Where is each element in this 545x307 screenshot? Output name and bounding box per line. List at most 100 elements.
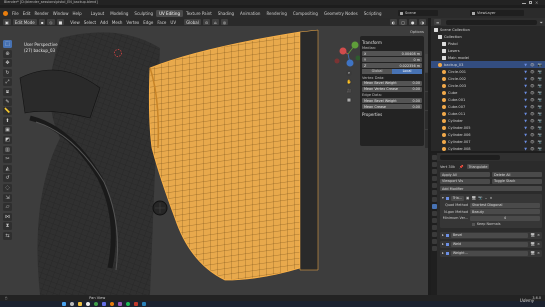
chrome-icon[interactable] bbox=[94, 302, 98, 306]
shear-icon[interactable]: ▱ bbox=[3, 203, 12, 212]
render-props-icon[interactable] bbox=[431, 162, 437, 167]
modifier-icon[interactable]: ▼ bbox=[524, 98, 527, 102]
eye-icon[interactable]: 👁 bbox=[530, 140, 535, 144]
tab-view[interactable] bbox=[425, 92, 428, 110]
expand-icon[interactable]: ▾ bbox=[442, 196, 444, 200]
modifier-icon[interactable]: ▼ bbox=[524, 77, 527, 81]
options-menu[interactable]: Options bbox=[410, 30, 424, 34]
outliner-item[interactable]: Circle.002 ▼ 👁 📷 bbox=[431, 75, 545, 82]
visibility-toggles[interactable]: ▼ 👁 📷 bbox=[524, 140, 542, 144]
smooth-icon[interactable]: ◌ bbox=[3, 183, 12, 192]
inset-icon[interactable]: ▣ bbox=[3, 126, 12, 135]
launcher-icon[interactable] bbox=[142, 302, 146, 306]
material-props-icon[interactable] bbox=[431, 239, 437, 244]
measure-icon[interactable]: 📏 bbox=[3, 107, 12, 116]
modifier-icon[interactable]: ▼ bbox=[524, 112, 527, 116]
spotify-icon[interactable] bbox=[126, 302, 130, 306]
workspace-modeling[interactable]: Modeling bbox=[107, 10, 131, 17]
face-select-icon[interactable]: ■ bbox=[56, 19, 65, 25]
constraints-props-icon[interactable] bbox=[431, 225, 437, 230]
discord-icon[interactable] bbox=[102, 302, 106, 306]
modifier-icon[interactable]: ▼ bbox=[524, 147, 527, 151]
snap-icon[interactable]: ⌂ bbox=[212, 19, 219, 25]
properties-search[interactable] bbox=[440, 154, 500, 160]
expand-icon[interactable]: ▸ bbox=[442, 233, 444, 237]
menu-view[interactable]: View bbox=[70, 20, 80, 25]
min-vertices-field[interactable]: 4 bbox=[470, 215, 540, 221]
xray-icon[interactable]: ▢ bbox=[399, 19, 407, 25]
median-y-field[interactable]: Y0 m bbox=[362, 57, 422, 62]
menu-file[interactable]: File bbox=[12, 11, 19, 16]
edge-select-icon[interactable]: ◇ bbox=[47, 19, 55, 25]
outliner-item[interactable]: Scene Collection bbox=[431, 26, 545, 33]
visibility-toggles[interactable]: ▼ 👁 📷 bbox=[524, 77, 542, 81]
visibility-toggles[interactable]: ▼ 👁 📷 bbox=[524, 84, 542, 88]
visibility-toggles[interactable]: ▼ 👁 📷 bbox=[524, 147, 542, 151]
remove-modifier-icon[interactable]: × bbox=[537, 242, 540, 246]
tool-props-icon[interactable] bbox=[431, 155, 437, 160]
modifier-row[interactable]: ▸ Weight... 🖥 × bbox=[440, 249, 542, 257]
search-icon[interactable] bbox=[70, 302, 74, 306]
shading-material-icon[interactable]: ◑ bbox=[418, 19, 426, 25]
start-icon[interactable] bbox=[62, 302, 66, 306]
camera-icon[interactable]: 📷 bbox=[538, 63, 542, 67]
modifier-icon[interactable]: ▼ bbox=[524, 126, 527, 130]
modifier-name-field[interactable]: Weld bbox=[450, 241, 529, 247]
tab-addons[interactable] bbox=[425, 130, 428, 148]
outliner-item[interactable]: Cylinder.007 ▼ 👁 📷 bbox=[431, 138, 545, 145]
move-icon[interactable]: ✥ bbox=[3, 59, 12, 68]
menu-edge[interactable]: Edge bbox=[143, 20, 153, 25]
select-box-icon[interactable]: ⬚ bbox=[3, 40, 12, 48]
modifier-icon[interactable]: ▼ bbox=[524, 91, 527, 95]
visibility-toggles[interactable]: ▼ 👁 📷 bbox=[524, 63, 542, 67]
camera-icon[interactable]: 📷 bbox=[538, 140, 542, 144]
eye-icon[interactable]: 👁 bbox=[530, 119, 535, 123]
outliner-item[interactable]: Cube.001 ▼ 👁 📷 bbox=[431, 96, 545, 103]
outliner[interactable]: ≡ ⏷ Scene Collection Collection Pistol Lase… bbox=[431, 18, 545, 151]
visibility-toggles[interactable]: ▼ 👁 📷 bbox=[524, 119, 542, 123]
visibility-toggles[interactable]: ▼ 👁 📷 bbox=[524, 126, 542, 130]
toggle-stack-button[interactable]: Toggle Stack bbox=[492, 178, 542, 184]
space-toggle[interactable]: Global Local bbox=[362, 69, 422, 74]
outliner-item[interactable]: Cube.011 ▼ 👁 📷 bbox=[431, 110, 545, 117]
remove-modifier-icon[interactable]: × bbox=[490, 196, 493, 200]
viewport-vis-button[interactable]: Viewport Vis bbox=[440, 178, 490, 184]
file-explorer-icon[interactable] bbox=[78, 302, 82, 306]
particles-props-icon[interactable] bbox=[431, 211, 437, 216]
outliner-item[interactable]: Pistol bbox=[431, 40, 545, 47]
ngon-method-select[interactable]: Beauty bbox=[470, 209, 540, 214]
blender-taskbar-icon[interactable] bbox=[110, 302, 114, 306]
outliner-item[interactable]: Collection bbox=[431, 33, 545, 40]
camera-icon[interactable]: 📷 bbox=[538, 105, 542, 109]
outliner-item[interactable]: Cylinder.006 ▼ 👁 📷 bbox=[431, 131, 545, 138]
modifier-icon[interactable]: ▼ bbox=[524, 63, 527, 67]
world-props-icon[interactable] bbox=[431, 190, 437, 195]
modifier-icon[interactable]: ▼ bbox=[524, 140, 527, 144]
median-x-field[interactable]: X 0.00408 m bbox=[362, 51, 422, 56]
space-local-button[interactable]: Local bbox=[392, 69, 422, 74]
space-global-button[interactable]: Global bbox=[362, 69, 392, 74]
camera-icon[interactable]: 📷 bbox=[538, 133, 542, 137]
bevel-icon[interactable]: ◩ bbox=[3, 135, 12, 144]
viewport-toggle-icon[interactable]: 🖥 bbox=[530, 251, 535, 255]
viewport-toggle-icon[interactable]: 🖥 bbox=[530, 233, 535, 237]
outliner-item[interactable]: Cylinder.008 ▼ 👁 📷 bbox=[431, 145, 545, 151]
eye-icon[interactable]: 👁 bbox=[530, 63, 535, 67]
menu-render[interactable]: Render bbox=[34, 11, 48, 16]
outliner-item[interactable]: Cube.007 ▼ 👁 📷 bbox=[431, 103, 545, 110]
median-z-field[interactable]: Z 0.022356 m bbox=[362, 63, 422, 68]
edge-slide-icon[interactable]: ⇆ bbox=[3, 231, 12, 240]
visibility-toggles[interactable]: ▼ 👁 📷 bbox=[524, 133, 542, 137]
visibility-toggles[interactable]: ▼ 👁 📷 bbox=[524, 91, 542, 95]
outliner-item[interactable]: Main model bbox=[431, 54, 545, 61]
output-props-icon[interactable] bbox=[431, 169, 437, 174]
modifier-row[interactable]: ▸ Bevel 🖥 × bbox=[440, 231, 542, 239]
workspace-scripting[interactable]: Scripting bbox=[361, 10, 385, 17]
physics-props-icon[interactable] bbox=[431, 218, 437, 223]
modifier-icon[interactable]: ▼ bbox=[524, 70, 527, 74]
knife-icon[interactable]: ✂ bbox=[3, 155, 12, 164]
workspace-sculpting[interactable]: Sculpting bbox=[131, 10, 156, 17]
workspace-uv-editing[interactable]: UV Editing bbox=[156, 9, 183, 17]
modifier-tab-triangulate[interactable]: Triangulate bbox=[466, 164, 490, 169]
editmode-toggle-icon[interactable]: ▣ bbox=[466, 196, 469, 200]
